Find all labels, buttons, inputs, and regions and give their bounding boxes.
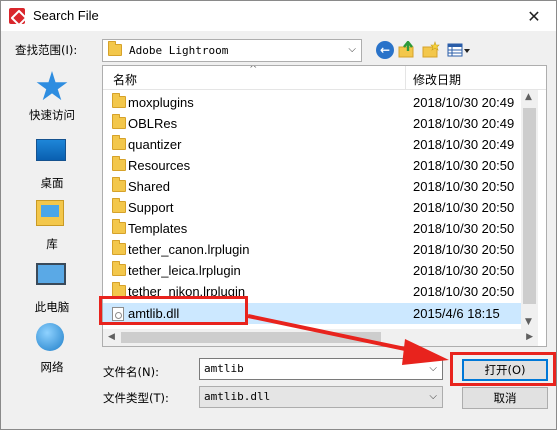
filetype-select[interactable]: amtlib.dll ⌵ (199, 386, 443, 408)
file-date: 2018/10/30 20:49 (413, 116, 515, 131)
list-item[interactable]: tether_canon.lrplugin 2018/10/30 20:50 (103, 239, 521, 260)
place-label: 快速访问 (29, 108, 75, 122)
close-button[interactable]: ✕ (517, 4, 551, 28)
app-icon (9, 8, 25, 24)
file-date: 2018/10/30 20:49 (413, 95, 515, 110)
list-item[interactable]: moxplugins 2018/10/30 20:49 (103, 92, 521, 113)
list-item[interactable]: Templates 2018/10/30 20:50 (103, 218, 521, 239)
file-date: 2018/10/30 20:49 (413, 137, 515, 152)
file-name: tether_canon.lrplugin (128, 242, 250, 257)
file-name: Shared (128, 179, 170, 194)
file-date: 2018/10/30 20:50 (413, 158, 515, 173)
filename-input[interactable]: amtlib ⌵ (199, 358, 443, 380)
look-in-value: Adobe Lightroom (129, 44, 229, 57)
place-label: 库 (46, 237, 58, 251)
column-name[interactable]: 名称 (113, 71, 137, 88)
filetype-value: amtlib.dll (204, 390, 271, 403)
horizontal-scrollbar[interactable]: ◀ ▶ (103, 329, 538, 346)
place-library[interactable]: 库 (9, 197, 95, 252)
vertical-scrollbar[interactable]: ▲ ▼ (521, 90, 538, 329)
search-file-dialog: Search File ✕ 查找范围(I): Adobe Lightroom ⌵… (0, 0, 557, 430)
folder-icon (112, 261, 126, 276)
filename-value: amtlib (204, 362, 244, 375)
dll-file-icon (112, 307, 124, 321)
chevron-down-icon: ⌵ (348, 44, 356, 55)
window-title: Search File (33, 8, 99, 23)
folder-icon (112, 240, 126, 255)
open-button[interactable]: 打开(O) (462, 359, 548, 381)
file-name: Resources (128, 158, 191, 173)
list-item[interactable]: Resources 2018/10/30 20:50 (103, 155, 521, 176)
new-folder-icon[interactable] (422, 41, 440, 59)
look-in-label: 查找范围(I): (15, 43, 78, 57)
desktop-icon (36, 139, 68, 171)
place-desktop[interactable]: 桌面 (9, 135, 95, 191)
scroll-left-icon[interactable]: ◀ (108, 332, 115, 342)
scroll-up-icon[interactable]: ▲ (525, 92, 532, 102)
place-label: 此电脑 (34, 300, 70, 314)
folder-icon (112, 93, 126, 108)
list-item-selected[interactable]: amtlib.dll 2015/4/6 18:15 (103, 303, 521, 324)
back-icon[interactable]: ← (376, 41, 394, 59)
place-network[interactable]: 网络 (9, 321, 95, 375)
computer-icon (36, 263, 68, 295)
file-name: Templates (128, 221, 188, 236)
library-icon (36, 200, 68, 232)
file-date: 2018/10/30 20:50 (413, 284, 515, 299)
folder-icon (108, 41, 122, 56)
list-item[interactable]: tether_nikon.lrplugin 2018/10/30 20:50 (103, 281, 521, 302)
folder-icon (112, 282, 126, 297)
folder-icon (112, 198, 126, 213)
cancel-button[interactable]: 取消 (462, 387, 548, 409)
place-label: 网络 (40, 360, 64, 374)
folder-icon (112, 156, 126, 171)
file-name: Support (128, 200, 174, 215)
file-name: tether_nikon.lrplugin (128, 284, 246, 299)
file-date: 2018/10/30 20:50 (413, 221, 515, 236)
list-item[interactable]: OBLRes 2018/10/30 20:49 (103, 113, 521, 134)
file-name: moxplugins (128, 95, 194, 110)
list-item[interactable]: tether_leica.lrplugin 2018/10/30 20:50 (103, 260, 521, 281)
file-date: 2018/10/30 20:50 (413, 242, 515, 257)
file-name: OBLRes (128, 116, 178, 131)
file-name: quantizer (128, 137, 182, 152)
list-item[interactable]: Support 2018/10/30 20:50 (103, 197, 521, 218)
up-folder-icon[interactable] (398, 40, 416, 59)
chevron-down-icon[interactable]: ⌵ (429, 363, 437, 374)
column-date[interactable]: 修改日期 (413, 71, 461, 88)
filetype-label: 文件类型(T): (103, 391, 169, 405)
vertical-scroll-thumb[interactable] (523, 108, 536, 304)
horizontal-scroll-thumb[interactable] (121, 332, 381, 343)
list-item[interactable]: quantizer 2018/10/30 20:49 (103, 134, 521, 155)
title-bar: Search File ✕ (1, 1, 556, 31)
file-list[interactable]: ^ 名称 修改日期 moxplugins 2018/10/30 20:49 OB… (102, 65, 547, 347)
network-icon (36, 323, 68, 355)
folder-icon (112, 114, 126, 129)
chevron-down-icon: ⌵ (429, 391, 437, 402)
folder-icon (112, 177, 126, 192)
file-date: 2015/4/6 18:15 (413, 306, 500, 321)
place-quick-access[interactable]: 快速访问 (9, 71, 95, 123)
folder-icon (112, 219, 126, 234)
file-name: tether_leica.lrplugin (128, 263, 241, 278)
file-name: amtlib.dll (128, 306, 180, 321)
sort-caret-icon: ^ (249, 65, 258, 75)
file-list-header: ^ 名称 修改日期 (103, 66, 546, 90)
column-divider[interactable] (405, 66, 406, 90)
list-item[interactable]: Shared 2018/10/30 20:50 (103, 176, 521, 197)
scroll-down-icon[interactable]: ▼ (525, 317, 532, 327)
place-this-pc[interactable]: 此电脑 (9, 259, 95, 315)
filename-label: 文件名(N): (103, 365, 159, 379)
places-bar: 快速访问 桌面 库 此电脑 网络 (9, 65, 95, 375)
place-label: 桌面 (40, 176, 64, 190)
file-date: 2018/10/30 20:50 (413, 179, 515, 194)
view-menu-icon[interactable] (447, 41, 471, 59)
star-icon (36, 71, 68, 103)
scroll-right-icon[interactable]: ▶ (526, 332, 533, 342)
look-in-dropdown[interactable]: Adobe Lightroom ⌵ (102, 39, 362, 62)
file-date: 2018/10/30 20:50 (413, 200, 515, 215)
folder-icon (112, 135, 126, 150)
file-date: 2018/10/30 20:50 (413, 263, 515, 278)
